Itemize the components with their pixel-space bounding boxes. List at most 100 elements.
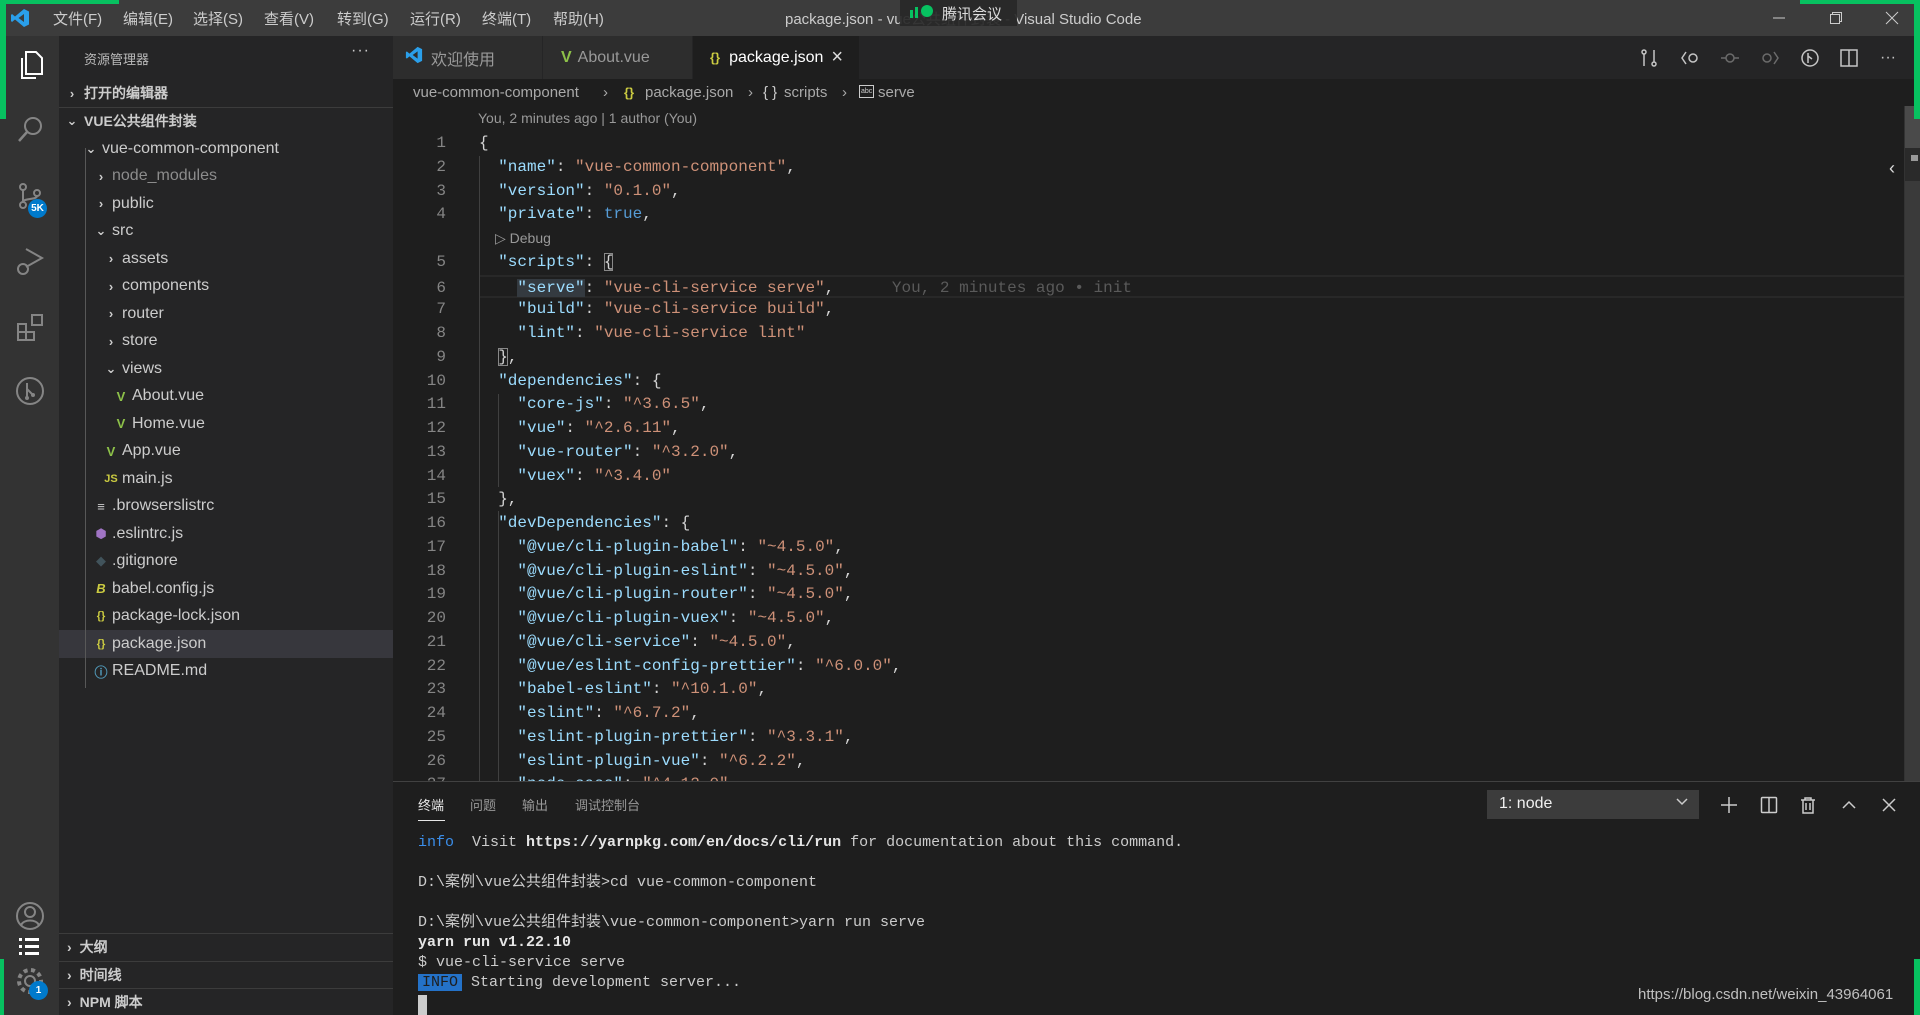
code-line: 3 "version": "0.1.0", xyxy=(393,180,1904,204)
tree-item-home-vue[interactable]: V Home.vue xyxy=(59,410,393,438)
close-window-button[interactable] xyxy=(1872,4,1912,32)
git-graph-icon[interactable] xyxy=(0,367,59,415)
tree-item-eslintrc-js[interactable]: ⬢ .eslintrc.js xyxy=(59,520,393,548)
tree-item-browserslistrc[interactable]: ≡ .browserslistrc xyxy=(59,493,393,521)
workspace-folder[interactable]: ⌄ VUE公共组件封装 xyxy=(59,107,393,135)
breadcrumb-item[interactable]: vue-common-component xyxy=(413,84,579,101)
npm-scripts-section[interactable]: › NPM 脚本 xyxy=(59,988,393,1015)
tree-item-components[interactable]: › components xyxy=(59,273,393,301)
tree-item-package-lock-json[interactable]: {} package-lock.json xyxy=(59,603,393,631)
code-token: "vue" xyxy=(517,419,566,437)
section-label: NPM 脚本 xyxy=(79,994,143,1010)
previous-change-icon[interactable] xyxy=(1679,47,1701,69)
menu-edit[interactable]: 编辑(E) xyxy=(123,8,173,29)
line-number: 10 xyxy=(426,371,446,390)
code-token: "build" xyxy=(517,300,585,319)
codelens-debug[interactable]: ▷ Debug xyxy=(495,230,551,247)
code-editor[interactable]: You, 2 minutes ago | 1 author (You) 1{2 "… xyxy=(393,106,1904,781)
run-debug-icon[interactable] xyxy=(0,237,59,285)
tree-item-main-js[interactable]: JS main.js xyxy=(59,465,393,493)
source-control-icon[interactable]: 5K xyxy=(0,172,59,220)
tab-about-vue[interactable]: V About.vue xyxy=(543,36,693,79)
minimize-button[interactable] xyxy=(1759,4,1799,32)
code-token: "@vue/cli-service" xyxy=(517,632,691,651)
tree-item-public[interactable]: › public xyxy=(59,190,393,218)
trash-icon[interactable] xyxy=(1797,794,1819,816)
extensions-icon[interactable] xyxy=(0,303,59,351)
restore-button[interactable] xyxy=(1816,4,1856,32)
terminal-cursor xyxy=(418,995,427,1015)
tab-problems[interactable]: 问题 xyxy=(470,795,496,814)
tree-item-app-vue[interactable]: V App.vue xyxy=(59,438,393,466)
tree-item-views[interactable]: ⌄ views xyxy=(59,355,393,383)
tree-item-babel-config-js[interactable]: Bbabel.config.js xyxy=(59,575,393,603)
line-number: 22 xyxy=(426,656,446,675)
gear-icon[interactable]: 1 xyxy=(0,957,59,1005)
tree-item-store[interactable]: › store xyxy=(59,328,393,356)
chevron-right-icon: › xyxy=(69,85,75,101)
next-change-icon[interactable] xyxy=(1759,47,1781,69)
tab-welcome[interactable]: 欢迎使用 xyxy=(393,36,543,79)
timeline-section[interactable]: › 时间线 xyxy=(59,961,393,988)
split-icon[interactable] xyxy=(1758,794,1780,816)
tab-debug-console[interactable]: 调试控制台 xyxy=(575,795,640,814)
breadcrumb-item[interactable]: serve xyxy=(878,84,915,101)
menu-view[interactable]: 查看(V) xyxy=(264,8,314,29)
commit-icon[interactable] xyxy=(1719,47,1741,69)
tree-item-vue-common-component[interactable]: ⌄ vue-common-component xyxy=(59,135,393,163)
tab-package-json[interactable]: {} package.json × xyxy=(693,36,860,79)
git-lens-icon[interactable] xyxy=(1799,47,1821,69)
meeting-overlay[interactable]: 腾讯会议 xyxy=(900,0,1017,26)
menu-selection[interactable]: 选择(S) xyxy=(193,8,243,29)
plus-icon[interactable] xyxy=(1718,794,1740,816)
line-number: 6 xyxy=(436,278,446,297)
breadcrumb-item[interactable]: scripts xyxy=(784,84,827,101)
split-editor-icon[interactable] xyxy=(1838,47,1860,69)
code-token: : xyxy=(690,632,710,651)
codelens-authors[interactable]: You, 2 minutes ago | 1 author (You) xyxy=(478,110,697,126)
tree-item-package-json[interactable]: {} package.json xyxy=(59,630,393,658)
code-text: { xyxy=(479,132,489,156)
code-line: 8 "lint": "vue-cli-service lint" xyxy=(393,322,1904,346)
close-tab-button[interactable]: × xyxy=(831,46,843,69)
tree-item-src[interactable]: ⌄ src xyxy=(59,218,393,246)
terminal-select[interactable]: 1: node xyxy=(1487,790,1699,819)
menu-help[interactable]: 帮助(H) xyxy=(553,8,604,29)
chevron-up-icon[interactable] xyxy=(1838,794,1860,816)
tree-item-about-vue[interactable]: V About.vue xyxy=(59,383,393,411)
line-number: 15 xyxy=(426,490,446,509)
watermark: https://blog.csdn.net/weixin_43964061 xyxy=(1638,986,1894,1003)
code-token: : xyxy=(603,395,624,414)
tree-item-router[interactable]: › router xyxy=(59,300,393,328)
breadcrumb-item[interactable]: package.json xyxy=(645,84,733,101)
menu-go[interactable]: 转到(G) xyxy=(337,8,389,29)
tree-item-readme-md[interactable]: ⓘ README.md xyxy=(59,658,393,686)
line-number: 18 xyxy=(426,561,446,580)
code-text: "name": "vue-common-component", xyxy=(479,156,796,180)
open-changes-icon[interactable] xyxy=(1638,47,1660,69)
menu-run[interactable]: 运行(R) xyxy=(410,8,461,29)
code-line: 26 "eslint-plugin-vue": "^6.2.2", xyxy=(393,750,1904,774)
menu-terminal[interactable]: 终端(T) xyxy=(482,8,531,29)
tree-item-assets[interactable]: › assets xyxy=(59,245,393,273)
editor-scrollbar[interactable] xyxy=(1904,106,1920,781)
file-lines-icon: ≡ xyxy=(97,498,105,514)
more-actions-button[interactable]: ··· xyxy=(351,42,370,60)
tree-item-node-modules[interactable]: › node_modules xyxy=(59,163,393,191)
open-editors-section[interactable]: › 打开的编辑器 xyxy=(59,80,393,108)
chevron-right-icon: › xyxy=(108,306,114,322)
explorer-icon[interactable] xyxy=(0,41,59,89)
search-icon[interactable] xyxy=(0,105,59,153)
chevron-left-icon[interactable]: ‹ xyxy=(1889,158,1895,179)
tree-item-gitignore[interactable]: ◆ .gitignore xyxy=(59,548,393,576)
menu-file[interactable]: 文件(F) xyxy=(53,8,102,29)
code-line: 1{ xyxy=(393,132,1904,156)
close-icon[interactable] xyxy=(1878,794,1900,816)
outline-section[interactable]: › 大纲 xyxy=(59,933,393,960)
more-actions-icon[interactable]: ··· xyxy=(1877,47,1899,69)
tab-terminal[interactable]: 终端 xyxy=(418,795,444,814)
tab-output[interactable]: 输出 xyxy=(522,795,548,814)
meeting-label: 腾讯会议 xyxy=(942,5,1003,23)
